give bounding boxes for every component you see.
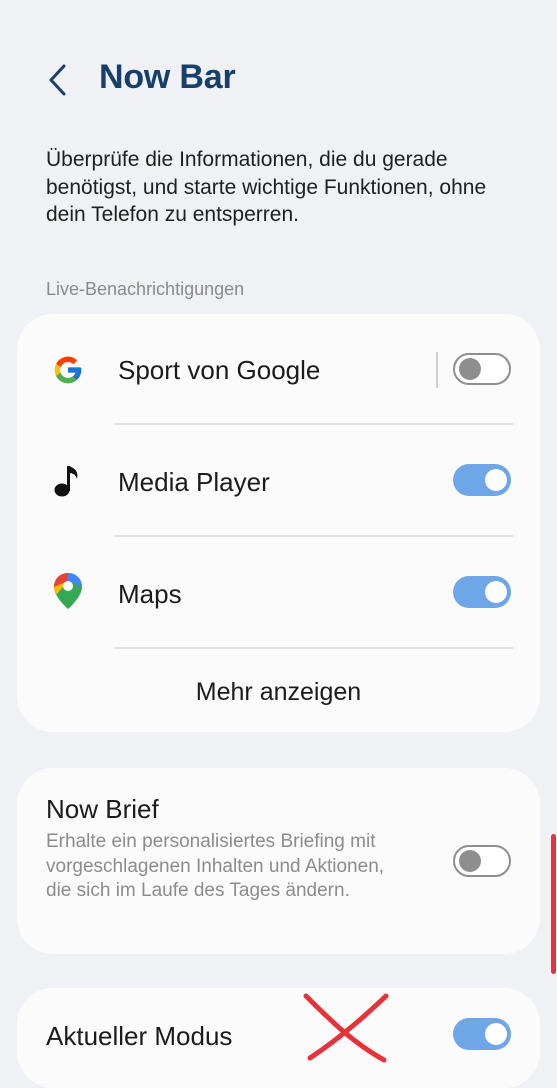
toggle-knob: [459, 849, 481, 872]
intro-description: Überprüfe die Informationen, die du gera…: [46, 148, 487, 226]
now-brief-toggle[interactable]: [453, 845, 511, 877]
scrollbar[interactable]: [551, 834, 556, 974]
current-mode-title: Aktueller Modus: [46, 1021, 233, 1051]
chevron-left-icon: [49, 64, 66, 96]
music-note-icon: [51, 464, 85, 498]
now-brief-description: Erhalte ein personalisiertes Briefing mi…: [46, 831, 385, 901]
red-cross-annotation: [303, 993, 389, 1063]
item-label: Media Player: [118, 467, 270, 497]
page-title: Now Bar: [99, 58, 236, 96]
header: Now Bar: [0, 40, 557, 120]
list-item-maps[interactable]: Maps: [17, 544, 540, 644]
current-mode-toggle[interactable]: [453, 1018, 511, 1050]
back-button[interactable]: [36, 58, 80, 102]
divider: [115, 423, 513, 425]
toggle-knob: [485, 1023, 507, 1045]
toggle-knob: [485, 469, 507, 491]
toggle-knob: [485, 581, 507, 603]
list-item-media-player[interactable]: Media Player: [17, 432, 540, 532]
item-label: Maps: [118, 579, 182, 609]
google-g-icon: [51, 353, 85, 387]
media-player-toggle[interactable]: [453, 464, 511, 496]
live-notifications-card: Sport von Google Media Player Maps Mehr …: [17, 314, 540, 732]
current-mode-card[interactable]: Aktueller Modus: [17, 988, 540, 1088]
section-label-live-notifications: Live-Benachrichtigungen: [46, 279, 245, 299]
now-brief-title: Now Brief: [46, 794, 159, 824]
sport-von-google-toggle[interactable]: [453, 353, 511, 385]
divider: [436, 352, 438, 388]
divider: [115, 535, 513, 537]
now-brief-card[interactable]: Now Brief Erhalte ein personalisiertes B…: [17, 768, 540, 954]
show-more-button[interactable]: Mehr anzeigen: [17, 662, 540, 722]
google-maps-pin-icon: [51, 573, 85, 609]
divider: [115, 647, 513, 649]
item-label: Sport von Google: [118, 355, 321, 385]
maps-toggle[interactable]: [453, 576, 511, 608]
list-item-sport-von-google[interactable]: Sport von Google: [17, 320, 540, 420]
toggle-knob: [459, 357, 481, 380]
